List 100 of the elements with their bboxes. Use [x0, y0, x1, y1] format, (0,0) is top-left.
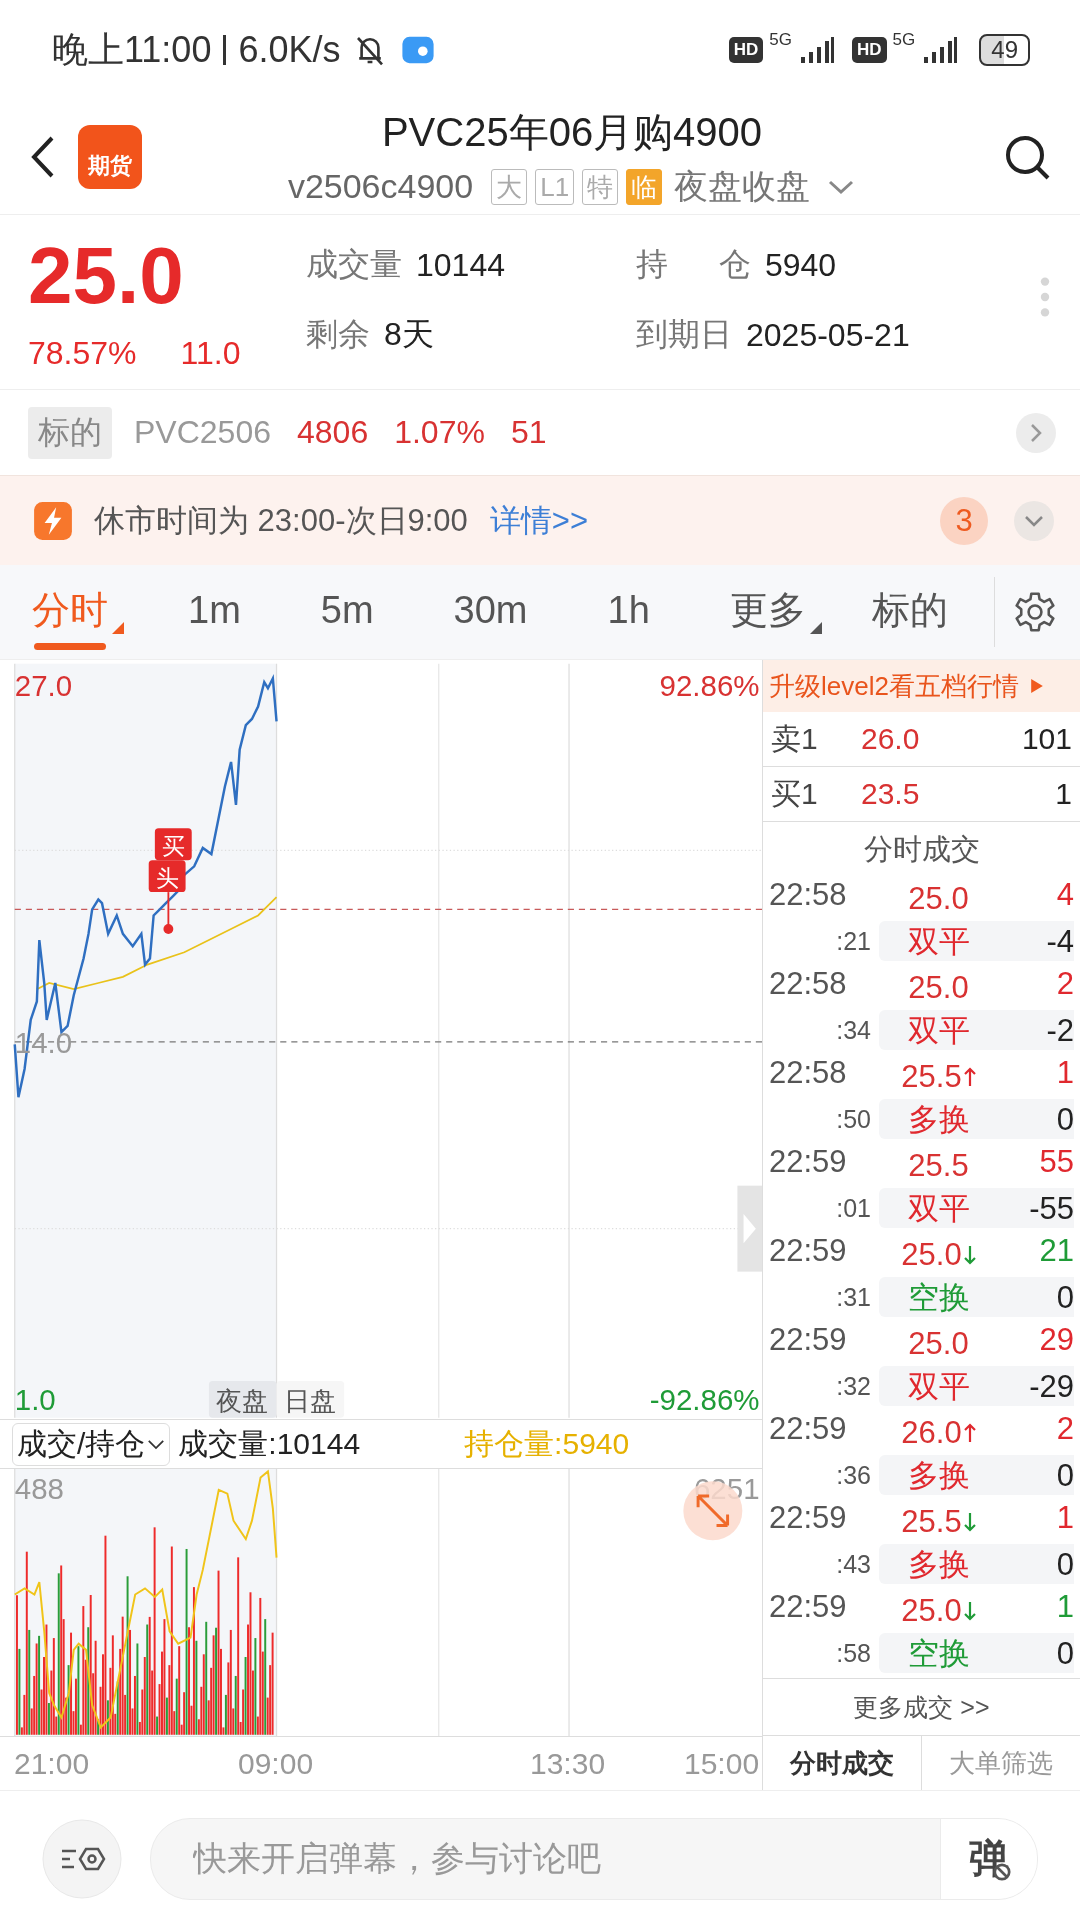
trade-price: 25.5 [908, 1148, 969, 1184]
settings-icon[interactable] [1012, 590, 1057, 634]
open-interest-change: -4 [1045, 924, 1074, 960]
trade-quantity: 1 [1055, 1589, 1074, 1626]
trade-price: 26.0 [901, 1415, 962, 1451]
time-axis-label: 21:00 [14, 1747, 90, 1781]
percent-axis-label: -92.86% [649, 1383, 760, 1417]
trade-seconds: :36 [835, 1460, 872, 1490]
open-interest-axis-label: 6251 [693, 1471, 760, 1505]
order-book-quantity: 1 [1055, 777, 1072, 811]
trade-seconds: :32 [835, 1371, 872, 1401]
trade-type: 双平 [906, 1190, 971, 1228]
order-book-label: 买1 [771, 775, 819, 812]
stat-value: 10144 [416, 246, 505, 284]
trade-quantity: 1 [1055, 1500, 1074, 1537]
chart-tab[interactable]: 1h [607, 578, 666, 646]
contract-tag: 临 [626, 168, 663, 205]
chevron-down-icon[interactable] [1014, 500, 1054, 541]
open-interest-change: 0 [1055, 1458, 1074, 1494]
trade-time: 22:59 [769, 1500, 848, 1537]
underlying-tag: 标的 [28, 406, 112, 459]
trade-quantity: 2 [1055, 1411, 1074, 1448]
signal-icon [798, 35, 837, 65]
underlying-change: 51 [510, 414, 547, 451]
stat-label: 到期日 [636, 315, 732, 354]
trades-title: 分时成交 [862, 831, 981, 867]
trade-quantity: 21 [1038, 1233, 1074, 1270]
trade-type: 多换 [906, 1546, 971, 1584]
price-axis-label: 27.0 [14, 668, 73, 702]
chart-tab[interactable]: 标的 [871, 574, 964, 650]
hd-badge: HD [728, 37, 764, 63]
chart-tab[interactable]: 1m [188, 578, 257, 646]
trade-time: 22:58 [769, 877, 848, 914]
app-logo: 期货 [78, 125, 142, 189]
trade-seconds: :31 [835, 1282, 872, 1312]
last-price: 25.0 [28, 231, 185, 321]
network-type: 5G [892, 30, 916, 50]
time-axis-label: 15:00 [684, 1747, 760, 1781]
trade-price: 25.0 [901, 1237, 962, 1273]
chart-tab[interactable]: 5m [320, 578, 390, 646]
contract-title: PVC25年06月购4900 [381, 108, 763, 156]
more-trades-link[interactable]: 更多成交 >> [763, 1678, 1080, 1735]
price-axis-label: 1.0 [14, 1383, 56, 1417]
trade-seconds: :50 [835, 1104, 872, 1134]
trade-time: 22:58 [769, 1055, 848, 1092]
danmaku-settings-icon[interactable] [42, 1818, 122, 1899]
details-link[interactable]: 详情>> [489, 499, 589, 542]
trade-quantity: 29 [1038, 1322, 1074, 1359]
trade-quantity: 1 [1055, 1055, 1074, 1092]
trade-type: 双平 [906, 1012, 971, 1050]
order-book-label: 卖1 [771, 720, 819, 757]
open-interest-change: 0 [1055, 1280, 1074, 1316]
battery-level: 49 [979, 34, 1030, 66]
trade-type: 多换 [906, 1101, 971, 1139]
trade-time: 22:58 [769, 966, 848, 1003]
status-time: 晚上11:00 [52, 27, 212, 72]
volume-label: 成交量:10144 [178, 1425, 361, 1462]
session-toggle[interactable]: 夜盘 [208, 1380, 277, 1418]
trade-type: 双平 [906, 1368, 971, 1406]
signal-icon [921, 35, 960, 65]
caret-icon [809, 621, 822, 634]
trade-price: 25.5 [901, 1059, 962, 1095]
percent-axis-label: 92.86% [659, 668, 760, 702]
side-handle[interactable] [737, 1185, 762, 1272]
chart-tab[interactable]: 30m [453, 578, 544, 646]
trade-time: 22:59 [769, 1233, 848, 1270]
contract-tag: L1 [535, 168, 575, 205]
trade-type: 多换 [906, 1457, 971, 1495]
indicator-select[interactable]: 成交/持仓 [12, 1422, 171, 1466]
order-book-price: 23.5 [861, 777, 921, 811]
chevron-right-icon[interactable] [1016, 412, 1056, 453]
hd-badge: HD [852, 37, 887, 63]
open-interest-change: 0 [1055, 1547, 1074, 1583]
open-interest-change: 0 [1055, 1636, 1074, 1672]
contract-tag: 特 [582, 168, 619, 205]
session-toggle[interactable]: 日盘 [276, 1380, 345, 1418]
trade-time: 22:59 [769, 1322, 848, 1359]
trade-type: 空换 [906, 1279, 971, 1317]
time-axis-label: 09:00 [238, 1747, 314, 1781]
open-interest-label: 持仓量:5940 [464, 1425, 630, 1462]
open-interest-change: -55 [1028, 1191, 1074, 1227]
chart-tab[interactable]: 更多 [729, 574, 822, 650]
underlying-price: 4806 [297, 414, 369, 451]
trade-time: 22:59 [769, 1144, 848, 1181]
stat-value: 5940 [764, 246, 837, 284]
time-axis-label: 13:30 [530, 1747, 606, 1781]
trade-price: 25.0 [908, 1326, 969, 1362]
trade-seconds: :43 [835, 1549, 872, 1579]
contract-tag: 大 [491, 168, 528, 205]
trade-quantity: 4 [1055, 877, 1074, 914]
trade-price: 25.0 [908, 881, 969, 917]
chevron-down-icon [147, 1437, 166, 1451]
panel-tab[interactable]: 分时成交 [763, 1736, 922, 1790]
session-status[interactable]: 夜盘收盘 [674, 163, 811, 210]
trade-seconds: :21 [835, 926, 872, 956]
underlying-change-percent: 1.07% [394, 414, 485, 451]
trade-time: 22:59 [769, 1411, 848, 1448]
caret-icon [112, 621, 124, 634]
trade-price: 25.0 [901, 1593, 962, 1629]
trade-type: 双平 [906, 923, 971, 961]
